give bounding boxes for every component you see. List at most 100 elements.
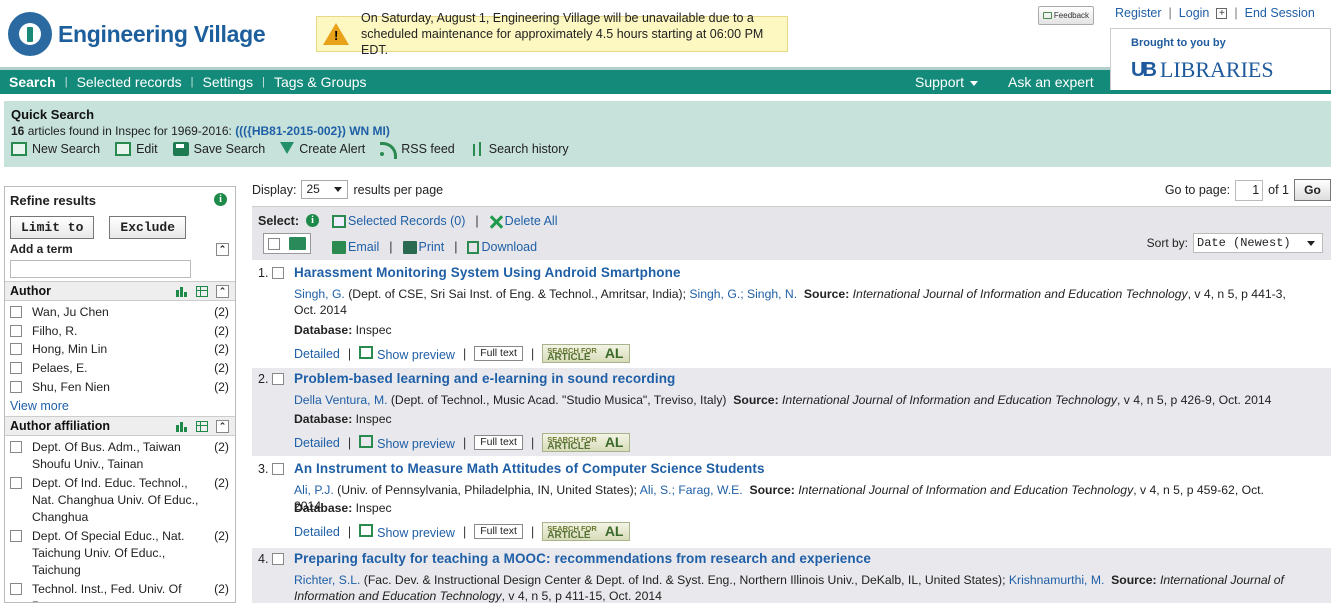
- nav-ask-expert[interactable]: Ask an expert: [1008, 74, 1094, 90]
- result-checkbox[interactable]: [272, 267, 284, 279]
- print-link[interactable]: Print: [402, 240, 444, 255]
- refine-panel: Refine results i Limit to Exclude Add a …: [4, 186, 236, 603]
- show-preview-link[interactable]: Show preview: [359, 345, 455, 362]
- chart-icon[interactable]: [176, 286, 188, 297]
- result-checkbox[interactable]: [272, 553, 284, 565]
- delete-all-link[interactable]: Delete All: [489, 214, 558, 228]
- account-links: Register | Login + | End Session: [1115, 6, 1315, 20]
- checkbox[interactable]: [10, 380, 22, 393]
- select-all-checkbox[interactable]: [268, 237, 281, 250]
- preview-icon: [359, 523, 374, 537]
- result-title-link[interactable]: An Instrument to Measure Math Attitudes …: [294, 461, 765, 476]
- collapse-icon[interactable]: ⌃: [216, 285, 229, 298]
- list-item: Hong, Min Lin (2): [10, 341, 230, 358]
- table-icon[interactable]: [196, 421, 208, 433]
- download-link[interactable]: Download: [467, 240, 537, 255]
- detailed-link[interactable]: Detailed: [294, 525, 340, 539]
- checkbox[interactable]: [10, 306, 22, 318]
- selected-records-link[interactable]: Selected Records (0): [332, 214, 465, 229]
- result-item: 1. Harassment Monitoring System Using An…: [252, 262, 1331, 366]
- result-checkbox[interactable]: [272, 463, 284, 475]
- exclude-button[interactable]: Exclude: [109, 216, 187, 239]
- edit-icon: [115, 142, 132, 156]
- rss-icon: [380, 142, 398, 159]
- go-button[interactable]: Go: [1294, 179, 1331, 201]
- search-for-article-button[interactable]: SEARCH FOR ARTICLE AL: [542, 344, 631, 363]
- result-meta: Singh, G. (Dept. of CSE, Sri Sai Inst. o…: [294, 287, 1286, 317]
- add-term-section: Add a term ⌃: [5, 239, 235, 281]
- expand-login-icon[interactable]: +: [1216, 7, 1228, 19]
- logo[interactable]: Engineering Village: [8, 12, 266, 56]
- chart-icon[interactable]: [176, 421, 188, 433]
- table-icon[interactable]: [196, 286, 208, 297]
- list-item: Dept. Of Bus. Adm., Taiwan Shoufu Univ.,…: [10, 439, 230, 473]
- view-more-link[interactable]: View more: [5, 399, 235, 416]
- nav-settings[interactable]: Settings: [193, 74, 262, 90]
- dropdown-icon[interactable]: [288, 237, 306, 250]
- quick-search-panel: Quick Search 16 articles found in Inspec…: [4, 101, 1331, 167]
- email-link[interactable]: Email: [332, 240, 379, 255]
- results-summary: 16 articles found in Inspec for 1969-201…: [11, 124, 390, 138]
- new-search-icon: [11, 142, 27, 156]
- select-all-dropdown[interactable]: [263, 233, 311, 254]
- result-title-link[interactable]: Preparing faculty for teaching a MOOC: r…: [294, 551, 871, 566]
- list-item: Technol. Inst., Fed. Univ. Of Para,(2): [10, 581, 230, 602]
- end-session-link[interactable]: End Session: [1245, 6, 1315, 20]
- register-link[interactable]: Register: [1115, 6, 1162, 20]
- checkbox[interactable]: [10, 441, 22, 454]
- collapse-icon[interactable]: ⌃: [216, 243, 229, 256]
- result-title-link[interactable]: Harassment Monitoring System Using Andro…: [294, 265, 681, 280]
- search-for-article-button[interactable]: SEARCH FOR ARTICLE AL: [542, 433, 631, 452]
- alert-icon: [280, 142, 295, 156]
- result-meta: Richter, S.L. (Fac. Dev. & Instructional…: [294, 573, 1284, 603]
- show-preview-link[interactable]: Show preview: [359, 434, 455, 451]
- result-checkbox[interactable]: [272, 373, 284, 385]
- result-links: Detailed | Show preview | Full text | SEARC…: [294, 522, 631, 541]
- checkbox[interactable]: [10, 362, 22, 375]
- full-text-button[interactable]: Full text: [474, 524, 523, 539]
- save-search-button[interactable]: Save Search: [172, 142, 265, 156]
- show-preview-link[interactable]: Show preview: [359, 523, 455, 540]
- nav-selected-records[interactable]: Selected records: [68, 74, 191, 90]
- collapse-icon[interactable]: ⌃: [216, 420, 229, 434]
- sort-control: Sort by: Date (Newest): [1147, 233, 1323, 253]
- feedback-button[interactable]: Feedback: [1038, 6, 1094, 25]
- edit-button[interactable]: Edit: [115, 142, 158, 156]
- checkbox[interactable]: [10, 582, 22, 595]
- results-per-page-select[interactable]: 25: [301, 180, 349, 199]
- maintenance-banner: ! On Saturday, August 1, Engineering Vil…: [316, 11, 788, 57]
- checkbox[interactable]: [10, 343, 22, 356]
- rss-feed-button[interactable]: RSS feed: [380, 142, 455, 159]
- new-search-button[interactable]: New Search: [11, 142, 100, 156]
- limit-to-button[interactable]: Limit to: [10, 216, 95, 239]
- page-input[interactable]: 1: [1235, 179, 1264, 201]
- detailed-link[interactable]: Detailed: [294, 347, 340, 361]
- selection-toolbar: Select: i Selected Records (0) | Delete …: [252, 206, 1331, 260]
- info-icon[interactable]: i: [306, 214, 319, 227]
- checkbox[interactable]: [10, 529, 22, 542]
- create-alert-button[interactable]: Create Alert: [280, 142, 365, 156]
- nav-search[interactable]: Search: [0, 74, 65, 90]
- search-history-button[interactable]: Search history: [469, 142, 569, 156]
- nav-tags-groups[interactable]: Tags & Groups: [265, 74, 376, 90]
- login-link[interactable]: Login: [1179, 6, 1210, 20]
- result-title-link[interactable]: Problem-based learning and e-learning in…: [294, 371, 675, 386]
- add-term-input[interactable]: [10, 260, 191, 278]
- maintenance-message: On Saturday, August 1, Engineering Villa…: [361, 11, 764, 57]
- info-icon[interactable]: i: [214, 193, 227, 206]
- full-text-button[interactable]: Full text: [474, 346, 523, 361]
- preview-icon: [359, 434, 374, 448]
- detailed-link[interactable]: Detailed: [294, 436, 340, 450]
- search-query-link[interactable]: ((({HB81-2015-002}) WN MI): [235, 124, 390, 138]
- result-meta: Della Ventura, M. (Dept. of Technol., Mu…: [294, 393, 1272, 407]
- result-links: Detailed | Show preview | Full text | SEARC…: [294, 433, 631, 452]
- sponsor-box: Brought to you by UB LIBRARIES: [1110, 28, 1331, 90]
- checkbox[interactable]: [10, 324, 22, 337]
- search-for-article-button[interactable]: SEARCH FOR ARTICLE AL: [542, 522, 631, 541]
- nav-support[interactable]: Support: [915, 74, 979, 90]
- sort-select[interactable]: Date (Newest): [1193, 233, 1323, 253]
- logo-icon: [8, 12, 52, 56]
- checkbox[interactable]: [10, 477, 22, 490]
- list-item: Filho, R. (2): [10, 323, 230, 340]
- full-text-button[interactable]: Full text: [474, 435, 523, 450]
